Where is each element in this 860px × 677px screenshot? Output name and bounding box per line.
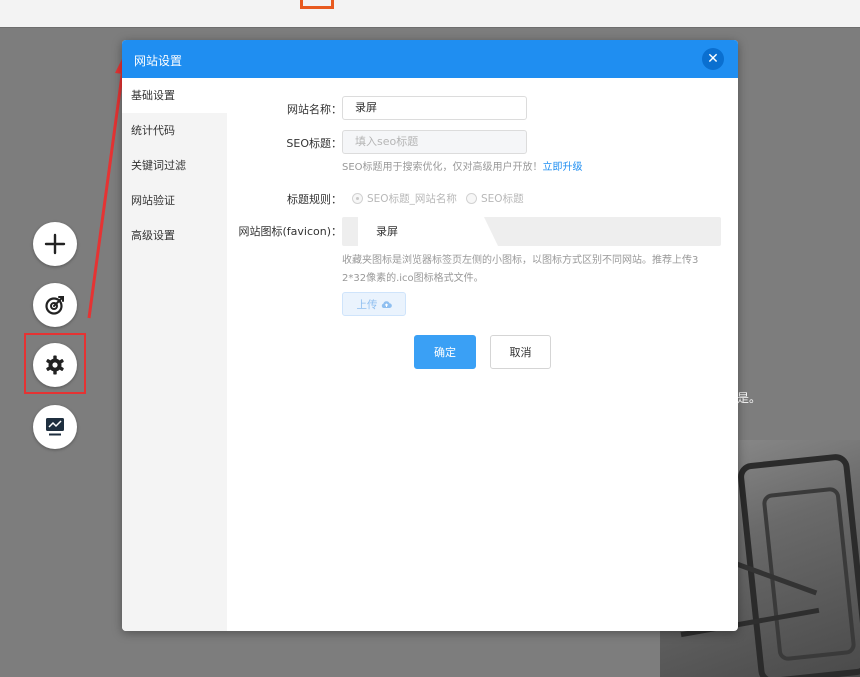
- title-rule-option-2-label: SEO标题: [481, 193, 524, 205]
- favicon-hint-line-2: 2*32像素的.ico图标格式文件。: [342, 273, 484, 284]
- title-rule-option-1[interactable]: SEO标题_网站名称: [352, 191, 457, 206]
- upgrade-link[interactable]: 立即升级: [543, 162, 583, 173]
- favicon-preview-bar: 录屏: [342, 217, 721, 246]
- favicon-preview-tab: 录屏: [358, 217, 498, 246]
- confirm-button[interactable]: 确定: [414, 335, 476, 369]
- seo-hint-text: SEO标题用于搜索优化，仅对高级用户开放！: [342, 162, 543, 173]
- favicon-hint: 收藏夹图标是浏览器标签页左侧的小图标，以图标方式区别不同网站。推荐上传3 2*3…: [342, 252, 722, 288]
- title-rule-option-2[interactable]: SEO标题: [466, 191, 524, 206]
- close-icon: ✕: [707, 51, 719, 67]
- cancel-button[interactable]: 取消: [490, 335, 551, 369]
- radio-dot: [466, 193, 477, 204]
- seo-title-label: SEO标题：: [286, 137, 342, 150]
- dialog-header: 网站设置 ✕: [122, 40, 738, 78]
- seo-hint: SEO标题用于搜索优化，仅对高级用户开放！立即升级: [342, 159, 583, 177]
- seo-title-input[interactable]: 填入seo标题: [342, 130, 527, 154]
- menu-item-basic[interactable]: 基础设置: [122, 78, 227, 113]
- menu-item-advanced[interactable]: 高级设置: [122, 218, 227, 253]
- dialog-title: 网站设置: [134, 54, 183, 68]
- radio-dot-checked: [352, 193, 363, 204]
- settings-menu: 基础设置 统计代码 关键词过滤 网站验证 高级设置: [122, 78, 227, 631]
- title-rule-label: 标题规则：: [287, 193, 342, 206]
- favicon-hint-line-1: 收藏夹图标是浏览器标签页左侧的小图标，以图标方式区别不同网站。推荐上传3: [342, 255, 699, 266]
- upload-label: 上传: [356, 298, 378, 311]
- close-button[interactable]: ✕: [702, 48, 724, 70]
- site-name-input[interactable]: 录屏: [342, 96, 527, 120]
- upload-button[interactable]: 上传: [342, 292, 406, 316]
- cloud-upload-icon: [381, 300, 392, 308]
- title-rule-option-1-label: SEO标题_网站名称: [367, 193, 457, 205]
- site-name-label: 网站名称：: [287, 103, 342, 116]
- menu-item-keyword-filter[interactable]: 关键词过滤: [122, 148, 227, 183]
- menu-item-site-verify[interactable]: 网站验证: [122, 183, 227, 218]
- favicon-label: 网站图标(favicon)：: [238, 225, 342, 238]
- menu-item-stats-code[interactable]: 统计代码: [122, 113, 227, 148]
